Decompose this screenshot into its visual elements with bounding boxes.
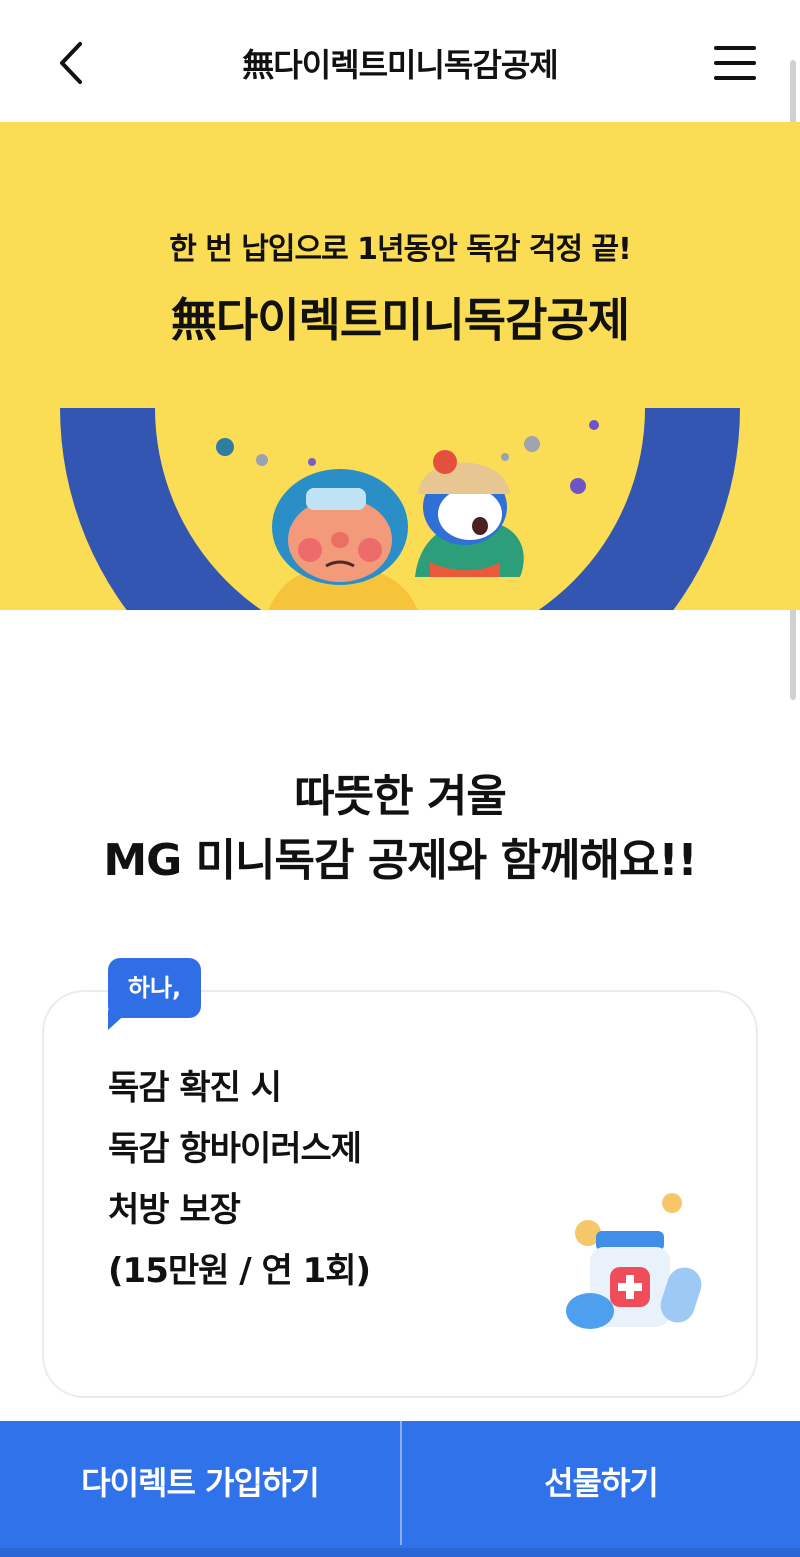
promo-headline: 따뜻한 겨울 MG 미니독감 공제와 함께해요!! bbox=[0, 765, 800, 893]
benefit-line: 독감 확진 시 bbox=[108, 1068, 282, 1108]
benefit-line: 처방 보장 bbox=[108, 1190, 241, 1230]
app-header: 無다이렉트미니독감공제 bbox=[0, 0, 800, 122]
hero-banner: 한 번 납입으로 1년동안 독감 걱정 끝! 無다이렉트미니독감공제 bbox=[0, 122, 800, 610]
benefit-line: 독감 항바이러스제 bbox=[108, 1129, 362, 1169]
sick-characters-illustration bbox=[60, 408, 740, 610]
hero-subtitle: 한 번 납입으로 1년동안 독감 걱정 끝! bbox=[169, 232, 632, 267]
headline-line-1: 따뜻한 겨울 bbox=[294, 771, 507, 822]
hamburger-menu-icon[interactable] bbox=[710, 42, 760, 84]
benefit-text: 독감 확진 시 독감 항바이러스제 처방 보장 (15만원 / 연 1회) bbox=[108, 1058, 371, 1302]
bottom-action-bar: 다이렉트 가입하기 선물하기 bbox=[0, 1421, 800, 1557]
gift-button[interactable]: 선물하기 bbox=[402, 1421, 800, 1545]
benefit-line: (15만원 / 연 1회) bbox=[108, 1251, 371, 1291]
hero-title: 無다이렉트미니독감공제 bbox=[170, 293, 630, 347]
headline-line-2: MG 미니독감 공제와 함께해요!! bbox=[103, 835, 697, 886]
bottom-bar bbox=[0, 1548, 800, 1557]
benefit-badge: 하나, bbox=[108, 958, 201, 1018]
direct-signup-button[interactable]: 다이렉트 가입하기 bbox=[0, 1421, 400, 1545]
page-title: 無다이렉트미니독감공제 bbox=[242, 46, 558, 84]
medicine-bottle-icon bbox=[566, 1193, 702, 1329]
